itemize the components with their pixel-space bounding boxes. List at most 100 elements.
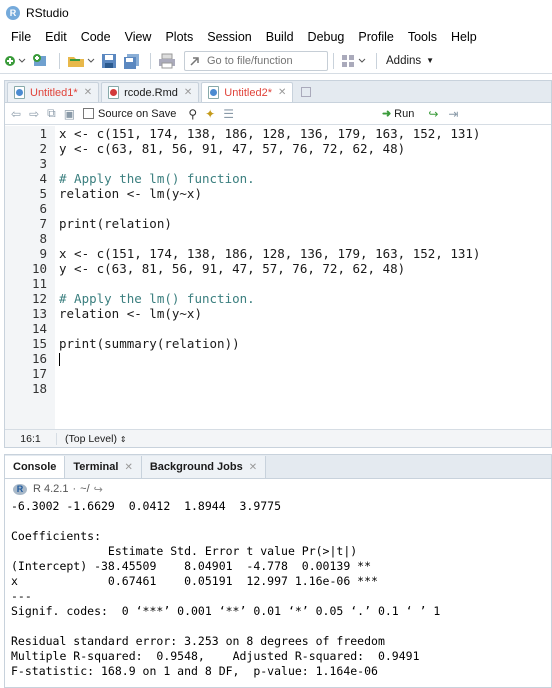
forward-arrow-icon[interactable]: ⇨ bbox=[29, 107, 39, 121]
addins-dropdown[interactable]: Addins ▼ bbox=[386, 55, 434, 67]
source-on-save-checkbox[interactable] bbox=[83, 108, 95, 119]
menu-tools[interactable]: Tools bbox=[401, 30, 444, 44]
line-number: 11 bbox=[31, 276, 47, 291]
working-directory[interactable]: ~/ bbox=[80, 483, 89, 495]
search-icon[interactable]: ⚲ bbox=[188, 107, 197, 121]
code-line: print(summary(relation)) bbox=[59, 336, 240, 351]
editor-tab-bar: Untitled1* ✕ rcode.Rmd ✕ Untitled2* ✕ bbox=[5, 81, 551, 103]
code-line: print(relation) bbox=[59, 216, 172, 231]
close-icon[interactable]: ✕ bbox=[249, 462, 257, 473]
r-script-icon bbox=[14, 86, 25, 99]
code-line: # Apply the lm() function. bbox=[59, 291, 255, 306]
close-icon[interactable]: ✕ bbox=[184, 87, 192, 98]
menu-edit[interactable]: Edit bbox=[38, 30, 74, 44]
open-folder-icon bbox=[68, 56, 95, 67]
main-toolbar: Addins ▼ bbox=[0, 48, 552, 74]
tab-untitled1[interactable]: Untitled1* ✕ bbox=[7, 82, 100, 102]
separator-dot: · bbox=[72, 483, 77, 495]
console-line: Estimate Std. Error t value Pr(>|t|) bbox=[11, 544, 358, 558]
line-number: 4 bbox=[39, 171, 47, 186]
tab-untitled2[interactable]: Untitled2* ✕ bbox=[201, 82, 294, 102]
close-icon[interactable]: ✕ bbox=[278, 87, 286, 98]
addins-label: Addins bbox=[386, 54, 422, 67]
chevron-down-icon: ▼ bbox=[426, 56, 435, 65]
console-line: -6.3002 -1.6629 0.0412 1.8944 3.9775 bbox=[11, 499, 282, 513]
open-file-button[interactable] bbox=[65, 51, 97, 71]
r-script-icon bbox=[208, 86, 220, 99]
save-button[interactable] bbox=[99, 51, 119, 71]
code-line: relation <- lm(y~x) bbox=[59, 306, 202, 321]
rmd-file-icon bbox=[108, 86, 120, 99]
editor-status-bar: 16:1 (Top Level) ⇕ bbox=[5, 429, 551, 447]
code-editor[interactable]: 1 2 3 4 5 6 7 8 9 10 11 12 13 14 15 16 17 18 x <- c(151, … bbox=[5, 126, 551, 430]
save-icon bbox=[102, 53, 116, 68]
code-line: y <- c(63, 81, 56, 91, 47, 57, 76, 72, 6… bbox=[59, 261, 406, 276]
tab-label: Untitled2* bbox=[224, 86, 272, 99]
menu-file[interactable]: File bbox=[4, 30, 38, 44]
code-area[interactable]: x <- c(151, 174, 138, 186, 128, 136, 179… bbox=[55, 126, 551, 430]
back-arrow-icon[interactable]: ⇦ bbox=[11, 107, 21, 121]
tab-label: Console bbox=[13, 461, 57, 473]
save-icon[interactable]: ▣ bbox=[64, 107, 75, 121]
tab-terminal[interactable]: Terminal ✕ bbox=[65, 456, 142, 478]
grid-layout-button[interactable] bbox=[339, 51, 369, 71]
tab-label: Terminal bbox=[73, 461, 119, 473]
goto-file-input[interactable] bbox=[207, 54, 317, 67]
console-line: Multiple R-squared: 0.9548, Adjusted R-s… bbox=[11, 649, 420, 663]
menu-help[interactable]: Help bbox=[444, 30, 484, 44]
print-button[interactable] bbox=[156, 51, 178, 71]
save-all-icon bbox=[124, 53, 139, 69]
menu-code[interactable]: Code bbox=[74, 30, 118, 44]
line-number: 17 bbox=[31, 366, 47, 381]
new-file-button[interactable] bbox=[2, 51, 28, 71]
code-line bbox=[59, 351, 551, 366]
console-line: x 0.67461 0.05191 12.997 1.16e-06 *** bbox=[11, 574, 378, 588]
goto-directory-icon[interactable]: ↪ bbox=[94, 483, 103, 496]
goto-file-box[interactable] bbox=[184, 50, 328, 71]
scope-selector[interactable]: (Top Level) ⇕ bbox=[57, 433, 127, 445]
menu-profile[interactable]: Profile bbox=[351, 30, 400, 44]
source-icon[interactable]: ⇥ bbox=[448, 107, 458, 121]
new-file-icon bbox=[5, 55, 26, 66]
window-title: RStudio bbox=[26, 6, 69, 20]
scope-toggle-icon: ⇕ bbox=[119, 434, 127, 444]
console-line: Coefficients: bbox=[11, 529, 102, 543]
tab-rcode-rmd[interactable]: rcode.Rmd ✕ bbox=[101, 82, 200, 102]
maximize-pane-icon[interactable] bbox=[301, 87, 312, 97]
console-line: (Intercept) -38.45509 8.04901 -4.778 0.0… bbox=[11, 559, 372, 573]
show-in-window-icon[interactable]: ⧉ bbox=[47, 106, 56, 121]
save-all-button[interactable] bbox=[121, 51, 143, 71]
tab-background-jobs[interactable]: Background Jobs ✕ bbox=[141, 456, 267, 478]
line-number: 12 bbox=[31, 291, 47, 306]
tab-console[interactable]: Console bbox=[5, 456, 66, 478]
console-line: Residual standard error: 3.253 on 8 degr… bbox=[11, 634, 385, 648]
new-project-button[interactable] bbox=[30, 51, 52, 71]
code-line: x <- c(151, 174, 138, 186, 128, 136, 179… bbox=[59, 126, 481, 141]
menu-view[interactable]: View bbox=[118, 30, 159, 44]
run-button[interactable]: ➜ Run bbox=[381, 107, 414, 121]
rerun-icon[interactable]: ↪ bbox=[428, 107, 438, 121]
console-output[interactable]: -6.3002 -1.6629 0.0412 1.8944 3.9775 Coef… bbox=[5, 499, 551, 679]
menu-build[interactable]: Build bbox=[259, 30, 301, 44]
editor-toolbar: ⇦ ⇨ ⧉ ▣ Source on Save ⚲ ✦ ☰ ➜ Run ↪ ⇥ bbox=[5, 103, 551, 125]
line-number: 16 bbox=[31, 351, 47, 366]
title-bar: R RStudio bbox=[0, 0, 552, 26]
line-number: 7 bbox=[39, 216, 47, 231]
menu-session[interactable]: Session bbox=[200, 30, 258, 44]
console-line: --- bbox=[11, 589, 32, 603]
document-outline-icon[interactable]: ☰ bbox=[223, 107, 234, 121]
menu-plots[interactable]: Plots bbox=[158, 30, 200, 44]
close-icon[interactable]: ✕ bbox=[124, 462, 132, 473]
menu-debug[interactable]: Debug bbox=[301, 30, 352, 44]
close-icon[interactable]: ✕ bbox=[84, 87, 92, 98]
code-tools-wand-icon[interactable]: ✦ bbox=[205, 107, 215, 121]
run-arrow-icon: ➜ bbox=[381, 108, 392, 120]
line-number: 18 bbox=[31, 381, 47, 396]
line-number: 15 bbox=[31, 336, 47, 351]
rstudio-logo-icon: R bbox=[6, 6, 20, 20]
